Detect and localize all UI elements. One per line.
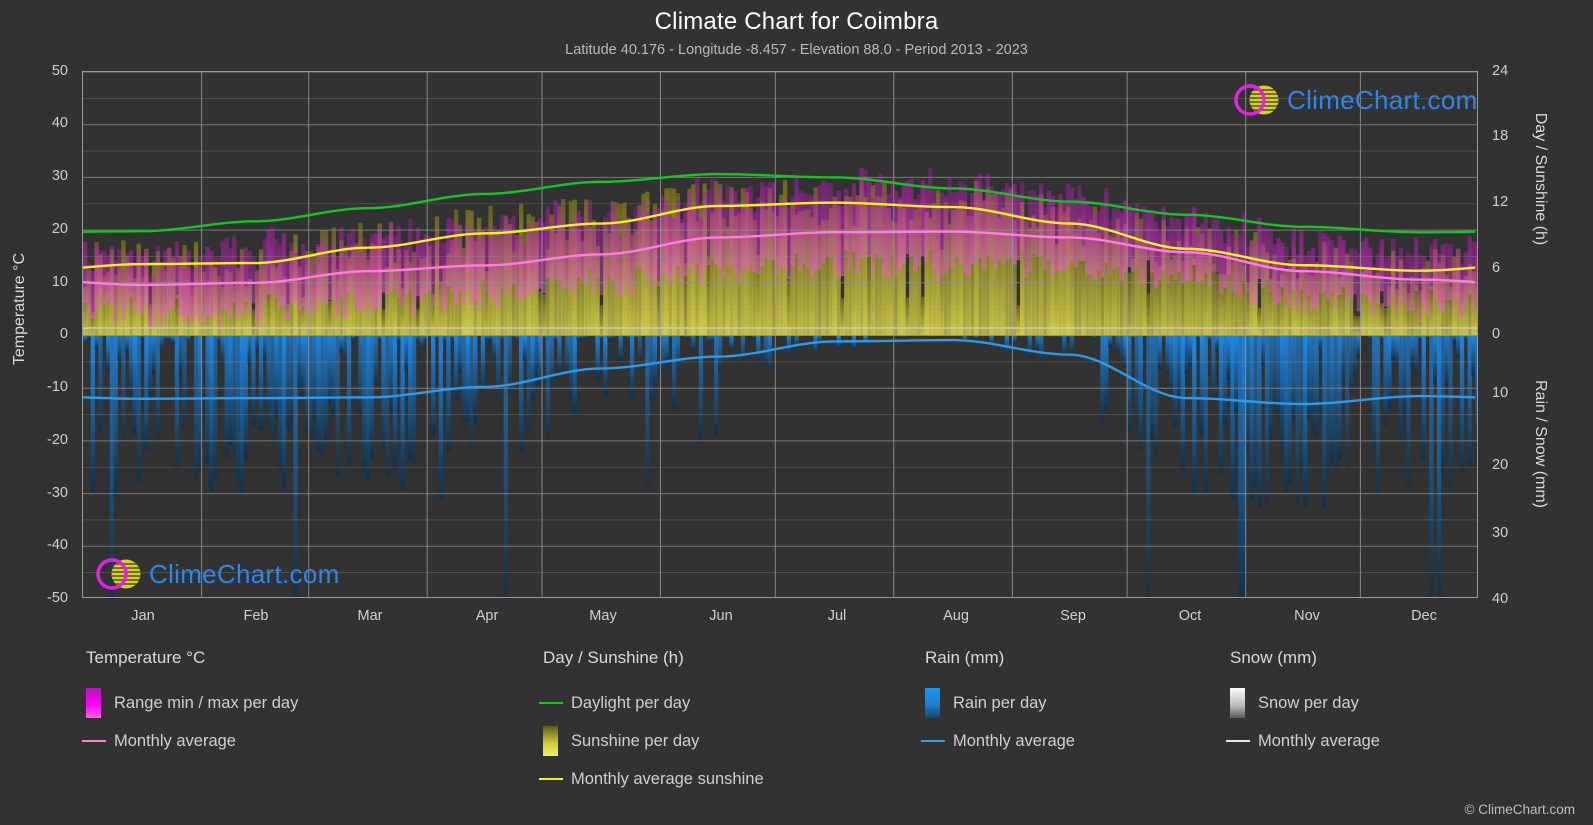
legend-group-rain: Rain (mm) Rain per day Monthly average bbox=[921, 648, 1075, 760]
chart-plot-area: ClimeChart.com ClimeChart.com bbox=[82, 71, 1478, 598]
y-tick-right-mm-40: 40 bbox=[1492, 591, 1509, 607]
copyright-text: © ClimeChart.com bbox=[1464, 802, 1575, 817]
page-subtitle: Latitude 40.176 - Longitude -8.457 - Ele… bbox=[565, 42, 1028, 58]
snow-swatch-icon bbox=[1230, 688, 1245, 718]
snow-average-line-icon bbox=[1226, 740, 1250, 742]
legend-heading-temperature: Temperature °C bbox=[86, 648, 206, 667]
y-tick-left-2: 30 bbox=[51, 168, 68, 184]
legend-group-temperature: Temperature °C Range min / max per day M… bbox=[82, 648, 298, 760]
y-tick-right-mm-30: 30 bbox=[1492, 525, 1509, 541]
y-axis-title-day-sunshine: Day / Sunshine (h) bbox=[1532, 112, 1549, 246]
y-tick-left-0: 50 bbox=[51, 63, 68, 79]
y-tick-left-3: 20 bbox=[51, 221, 68, 237]
chart-svg bbox=[83, 72, 1477, 597]
x-tick-aug: Aug bbox=[943, 608, 969, 624]
legend-label-snow-average: Monthly average bbox=[1258, 731, 1380, 750]
x-tick-oct: Oct bbox=[1178, 608, 1202, 624]
sunshine-swatch-icon bbox=[543, 726, 558, 756]
y-tick-left-9: -40 bbox=[47, 537, 68, 553]
legend-heading-snow: Snow (mm) bbox=[1230, 648, 1317, 667]
daylight-line-icon bbox=[539, 702, 563, 704]
legend-item-snow-average[interactable]: Monthly average bbox=[1226, 722, 1380, 760]
legend-item-temp-average[interactable]: Monthly average bbox=[82, 722, 298, 760]
legend-label-daylight: Daylight per day bbox=[571, 693, 691, 712]
legend-item-temp-range[interactable]: Range min / max per day bbox=[86, 684, 298, 722]
watermark-text-bottom: ClimeChart.com bbox=[149, 558, 340, 589]
y-tick-left-6: -10 bbox=[47, 379, 68, 395]
y-tick-right-hours-0: 0 bbox=[1492, 326, 1501, 342]
legend-item-sunshine[interactable]: Sunshine per day bbox=[543, 722, 764, 760]
rain-swatch-icon bbox=[925, 688, 940, 718]
legend-item-sunshine-average[interactable]: Monthly average sunshine bbox=[539, 760, 764, 798]
temp-range-swatch-icon bbox=[86, 688, 101, 718]
y-tick-left-1: 40 bbox=[51, 115, 68, 131]
legend-label-rain: Rain per day bbox=[953, 693, 1047, 712]
x-tick-apr: Apr bbox=[475, 608, 499, 624]
legend-item-rain-average[interactable]: Monthly average bbox=[921, 722, 1075, 760]
y-tick-right-hours-24: 24 bbox=[1492, 63, 1509, 79]
y-tick-right-hours-18: 18 bbox=[1492, 128, 1509, 144]
legend-item-daylight[interactable]: Daylight per day bbox=[539, 684, 764, 722]
x-tick-dec: Dec bbox=[1411, 608, 1437, 624]
legend-group-snow: Snow (mm) Snow per day Monthly average bbox=[1226, 648, 1380, 760]
sunshine-average-line-icon bbox=[539, 778, 563, 780]
page-title: Climate Chart for Coimbra bbox=[654, 8, 939, 35]
x-tick-mar: Mar bbox=[357, 608, 383, 624]
legend-group-day-sunshine: Day / Sunshine (h) Daylight per day Suns… bbox=[539, 648, 764, 798]
y-tick-left-5: 0 bbox=[59, 326, 68, 342]
chart-gridlines bbox=[83, 72, 1477, 597]
x-tick-feb: Feb bbox=[243, 608, 269, 624]
legend-label-temp-range: Range min / max per day bbox=[114, 693, 299, 712]
y-tick-right-mm-20: 20 bbox=[1492, 457, 1509, 473]
x-tick-jan: Jan bbox=[131, 608, 155, 624]
temp-average-line-icon bbox=[82, 740, 106, 742]
legend-label-temp-average: Monthly average bbox=[114, 731, 236, 750]
y-tick-left-8: -30 bbox=[47, 485, 68, 501]
climechart-logo-icon-bottom bbox=[96, 558, 141, 590]
watermark-logo-top: ClimeChart.com bbox=[1231, 80, 1478, 120]
x-tick-jul: Jul bbox=[827, 608, 847, 624]
legend-heading-rain: Rain (mm) bbox=[925, 648, 1005, 667]
climechart-logo-icon bbox=[1234, 84, 1279, 116]
legend-label-rain-average: Monthly average bbox=[953, 731, 1075, 750]
x-tick-jun: Jun bbox=[709, 608, 733, 624]
x-tick-may: May bbox=[589, 608, 617, 624]
y-tick-left-7: -20 bbox=[47, 432, 68, 448]
rain-average-line-icon bbox=[921, 740, 945, 742]
y-tick-left-4: 10 bbox=[51, 274, 68, 290]
x-tick-nov: Nov bbox=[1294, 608, 1320, 624]
chart-legend: Temperature °C Range min / max per day M… bbox=[0, 648, 1593, 813]
watermark-text-top: ClimeChart.com bbox=[1287, 84, 1478, 115]
watermark-logo-bottom: ClimeChart.com bbox=[93, 554, 340, 594]
legend-label-sunshine-average: Monthly average sunshine bbox=[571, 769, 764, 788]
legend-heading-day-sunshine: Day / Sunshine (h) bbox=[543, 648, 684, 667]
legend-item-snow[interactable]: Snow per day bbox=[1230, 684, 1380, 722]
y-tick-right-hours-12: 12 bbox=[1492, 194, 1509, 210]
legend-item-rain[interactable]: Rain per day bbox=[925, 684, 1075, 722]
y-axis-title-left: Temperature °C bbox=[11, 252, 28, 366]
legend-label-sunshine: Sunshine per day bbox=[571, 731, 700, 750]
y-tick-right-mm-10: 10 bbox=[1492, 385, 1509, 401]
y-tick-left-10: -50 bbox=[47, 590, 68, 606]
y-tick-right-hours-6: 6 bbox=[1492, 260, 1501, 276]
legend-label-snow: Snow per day bbox=[1258, 693, 1359, 712]
x-tick-sep: Sep bbox=[1060, 608, 1086, 624]
climate-chart-page: Climate Chart for Coimbra Latitude 40.17… bbox=[0, 0, 1593, 825]
